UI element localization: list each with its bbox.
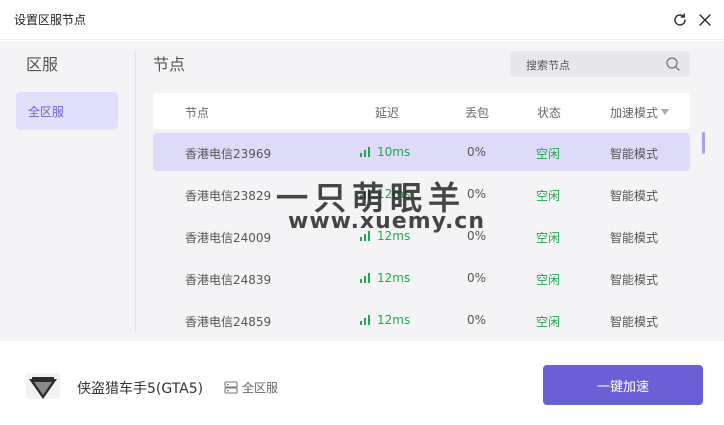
node-name: 香港电信24859 <box>185 315 272 329</box>
node-row[interactable]: 香港电信23969 10ms 0% 空闲 智能模式 <box>153 133 690 171</box>
region-item-all[interactable]: 全区服 <box>16 92 118 130</box>
scrollbar-thumb[interactable] <box>702 132 705 154</box>
title-bar: 设置区服节点 <box>0 0 724 40</box>
divider <box>135 51 136 332</box>
node-latency: 12ms <box>360 187 410 201</box>
region-item-label: 全区服 <box>28 105 65 119</box>
node-status: 空闲 <box>536 147 561 161</box>
node-loss: 0% <box>467 271 487 285</box>
main-panel: 区服 全区服 节点 搜索节点 节点 延迟 丢包 状态 加速模式 香港电信2396… <box>0 41 724 341</box>
node-mode: 智能模式 <box>610 189 659 203</box>
table-header: 节点 延迟 丢包 状态 加速模式 <box>153 93 690 129</box>
node-latency: 12ms <box>360 271 410 285</box>
node-status: 空闲 <box>536 315 561 329</box>
node-latency-value: 12ms <box>377 229 411 243</box>
node-latency: 12ms <box>360 313 410 327</box>
node-mode: 智能模式 <box>610 315 659 329</box>
signal-icon <box>360 273 371 283</box>
node-status: 空闲 <box>536 231 561 245</box>
close-icon[interactable] <box>697 12 713 28</box>
search-icon[interactable] <box>665 56 681 72</box>
accelerate-button[interactable]: 一键加速 <box>543 365 703 405</box>
refresh-icon[interactable] <box>672 12 688 28</box>
current-region-label: 全区服 <box>242 381 279 395</box>
node-name: 香港电信24009 <box>185 231 272 245</box>
column-header-mode-label: 加速模式 <box>610 106 659 120</box>
window-title: 设置区服节点 <box>14 13 87 27</box>
node-loss: 0% <box>467 229 487 243</box>
node-row[interactable]: 香港电信24009 12ms 0% 空闲 智能模式 <box>153 217 690 255</box>
signal-icon <box>360 315 371 325</box>
node-latency: 10ms <box>360 145 410 159</box>
node-latency: 12ms <box>360 229 410 243</box>
game-name: 侠盗猎车手5(GTA5) <box>77 381 204 397</box>
node-mode: 智能模式 <box>610 147 659 161</box>
node-loss: 0% <box>467 145 487 159</box>
node-row[interactable]: 香港电信24859 12ms 0% 空闲 智能模式 <box>153 301 690 339</box>
node-latency-value: 10ms <box>377 145 411 159</box>
sidebar-title: 区服 <box>26 55 59 74</box>
node-status: 空闲 <box>536 273 561 287</box>
signal-icon <box>360 189 371 199</box>
node-loss: 0% <box>467 187 487 201</box>
node-name: 香港电信23829 <box>185 189 272 203</box>
search-input[interactable]: 搜索节点 <box>510 51 690 77</box>
column-header-mode[interactable]: 加速模式 <box>610 104 670 121</box>
gta5-logo <box>26 373 60 399</box>
node-row[interactable]: 香港电信24839 12ms 0% 空闲 智能模式 <box>153 259 690 297</box>
node-loss: 0% <box>467 313 487 327</box>
sort-down-icon <box>661 109 670 115</box>
nodes-title: 节点 <box>153 55 186 74</box>
column-header-status: 状态 <box>537 106 562 120</box>
signal-icon <box>360 231 371 241</box>
node-name: 香港电信24839 <box>185 273 272 287</box>
node-latency-value: 12ms <box>377 313 411 327</box>
current-region: 全区服 <box>224 379 278 396</box>
node-mode: 智能模式 <box>610 231 659 245</box>
column-header-node: 节点 <box>185 106 210 120</box>
node-row[interactable]: 香港电信23829 12ms 0% 空闲 智能模式 <box>153 175 690 213</box>
server-icon <box>224 381 238 394</box>
column-header-latency: 延迟 <box>375 106 400 120</box>
node-latency-value: 12ms <box>377 187 411 201</box>
node-name: 香港电信23969 <box>185 147 272 161</box>
node-latency-value: 12ms <box>377 271 411 285</box>
footer: 侠盗猎车手5(GTA5) 全区服 一键加速 <box>0 345 724 425</box>
column-header-loss: 丢包 <box>465 106 490 120</box>
signal-icon <box>360 147 371 157</box>
search-placeholder: 搜索节点 <box>526 59 570 72</box>
node-status: 空闲 <box>536 189 561 203</box>
node-mode: 智能模式 <box>610 273 659 287</box>
